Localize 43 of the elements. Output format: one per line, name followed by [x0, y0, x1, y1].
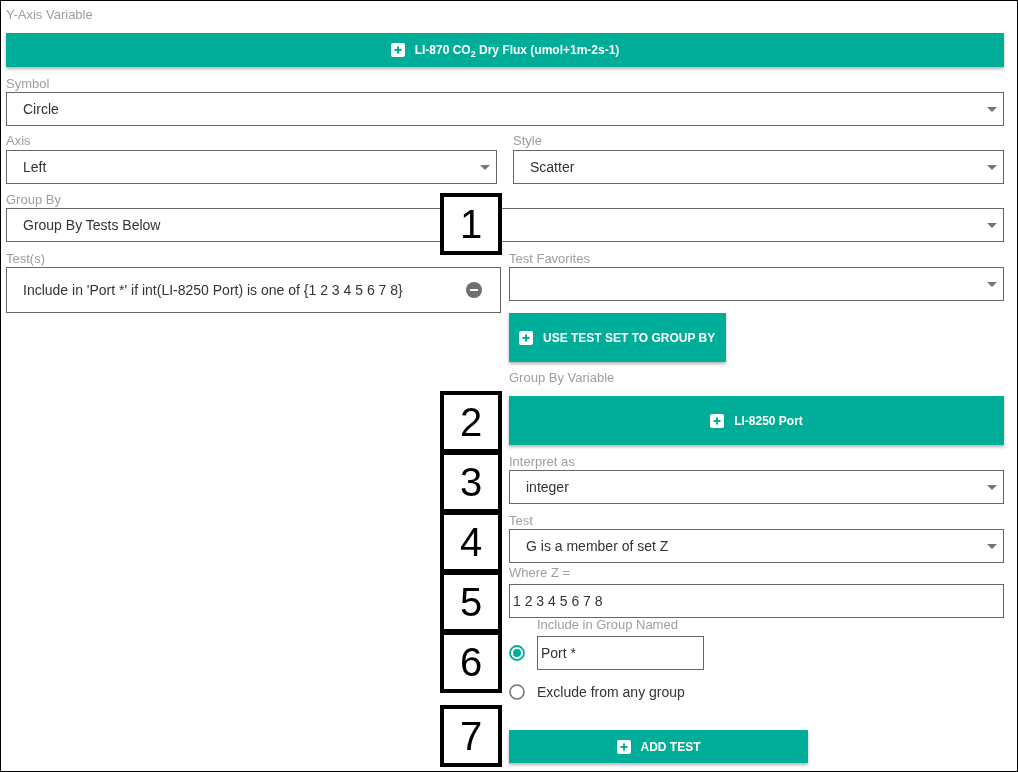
text-input[interactable]: Port *	[537, 636, 704, 670]
caret-icon	[987, 164, 997, 170]
callout-label: 7	[440, 705, 502, 767]
field-label: Group By Variable	[509, 370, 615, 386]
field-label: Test Favorites	[509, 251, 590, 267]
dropdown[interactable]: integer	[509, 470, 1004, 504]
minus-circle-icon[interactable]	[466, 282, 482, 298]
field-label: Where Z =	[509, 565, 571, 581]
callout-label: 5	[440, 571, 502, 633]
field-label: Interpret as	[509, 454, 575, 470]
field-label: Test(s)	[6, 251, 45, 267]
callout-label: 2	[440, 391, 502, 453]
field-label: Include in Group Named	[537, 617, 678, 633]
caret-icon	[987, 222, 997, 228]
caret-icon	[987, 106, 997, 112]
callout-label: 1	[440, 193, 502, 255]
dropdown[interactable]: Left	[6, 150, 497, 184]
radio-button[interactable]	[509, 684, 525, 700]
field-label: Group By	[6, 192, 61, 208]
plus-icon	[390, 43, 405, 57]
caret-icon	[987, 281, 997, 287]
caret-icon	[987, 543, 997, 549]
field-label: Test	[509, 513, 533, 529]
callout-label: 6	[440, 631, 502, 693]
dropdown[interactable]: G is a member of set Z	[509, 529, 1004, 563]
plus-icon	[710, 413, 725, 428]
dropdown[interactable]: Circle	[6, 92, 1004, 126]
radio-label[interactable]: Exclude from any group	[537, 684, 685, 700]
radio-button[interactable]	[509, 645, 525, 661]
test-rule-text: Include in 'Port *' if int(LI-8250 Port) is one of {1 2 3 4 5 6 7 8}	[23, 282, 404, 298]
dropdown[interactable]: Scatter	[513, 150, 1004, 184]
dropdown[interactable]	[509, 267, 1004, 301]
callout-label: 4	[440, 511, 502, 573]
text-input[interactable]: 1 2 3 4 5 6 7 8	[509, 584, 1004, 618]
field-label: Symbol	[6, 76, 50, 92]
field-label: Axis	[6, 133, 31, 149]
caret-icon	[987, 484, 997, 490]
plus-icon	[519, 330, 533, 345]
caret-icon	[480, 164, 490, 170]
plus-icon	[616, 739, 631, 754]
callout-label: 3	[440, 451, 502, 513]
field-label: Y-Axis Variable	[6, 7, 93, 23]
field-label: Style	[513, 133, 542, 149]
